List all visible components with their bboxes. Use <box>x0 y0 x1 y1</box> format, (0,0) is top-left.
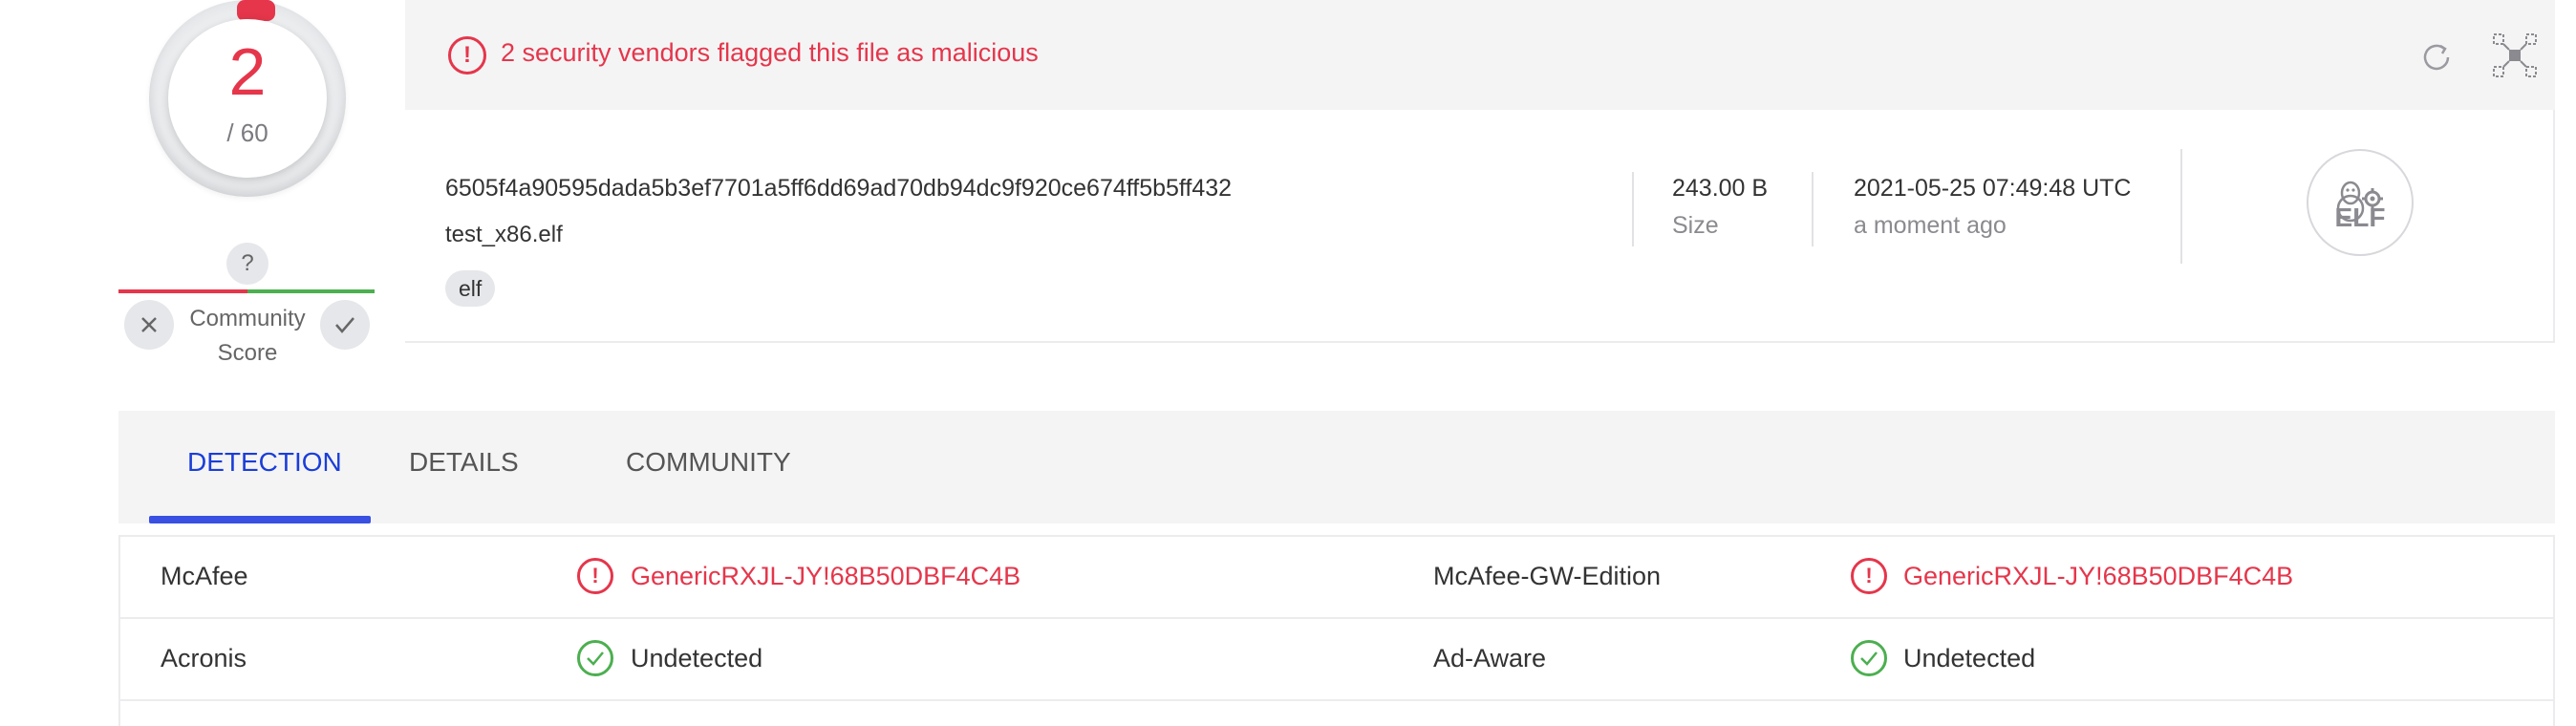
community-label-line2: Score <box>217 340 278 366</box>
file-info-panel <box>405 110 2555 343</box>
file-tag[interactable]: elf <box>445 270 496 307</box>
engine-name: McAfee <box>161 562 248 590</box>
divider <box>1632 172 1634 246</box>
file-size-label: Size <box>1672 212 1719 239</box>
malicious-icon: ! <box>577 558 613 594</box>
row-divider <box>118 617 2555 619</box>
close-icon <box>141 317 157 332</box>
detection-result: GenericRXJL-JY!68B50DBF4C4B <box>1903 562 2294 590</box>
malicious-icon: ! <box>1851 558 1887 594</box>
detection-result: GenericRXJL-JY!68B50DBF4C4B <box>631 562 1021 590</box>
engine-name: Acronis <box>161 644 247 673</box>
graph-summary-icon[interactable] <box>2492 32 2538 78</box>
tab-community[interactable]: COMMUNITY <box>626 447 791 478</box>
detection-result: Undetected <box>631 644 763 673</box>
detection-count: 2 <box>228 34 267 109</box>
detection-result: Undetected <box>1903 644 2036 673</box>
file-name: test_x86.elf <box>445 222 563 247</box>
tab-details[interactable]: DETAILS <box>409 447 519 478</box>
check-icon <box>577 640 613 676</box>
engine-total: / 60 <box>226 118 268 147</box>
analysis-date-relative: a moment ago <box>1854 212 2007 239</box>
engine-name: McAfee-GW-Edition <box>1433 562 1662 590</box>
active-tab-indicator <box>149 516 371 523</box>
check-icon <box>335 317 354 333</box>
community-bar-negative <box>118 289 247 293</box>
reanalyze-icon[interactable] <box>2415 36 2458 78</box>
file-size-value: 243.00 B <box>1672 175 1769 202</box>
divider <box>1812 172 1814 246</box>
alert-icon: ! <box>448 36 486 75</box>
community-score-value: ? <box>226 243 268 285</box>
elf-icon-label: ELF <box>2334 203 2386 232</box>
check-icon <box>1851 640 1887 676</box>
analysis-date-value: 2021-05-25 07:49:48 UTC <box>1854 175 2132 202</box>
vote-harmless-button[interactable] <box>320 300 370 350</box>
community-label-line1: Community <box>189 306 306 331</box>
engine-name: Ad-Aware <box>1433 644 1547 673</box>
file-hash[interactable]: 6505f4a90595dada5b3ef7701a5ff6dd69ad70db… <box>445 175 1232 203</box>
community-score-label: Community Score <box>178 302 317 371</box>
vote-harmful-button[interactable] <box>124 300 174 350</box>
alert-text: 2 security vendors flagged this file as … <box>501 38 1039 67</box>
divider <box>2180 149 2182 264</box>
community-bar-positive <box>247 289 375 293</box>
gauge-marker <box>237 0 275 21</box>
row-divider <box>118 699 2555 701</box>
tab-detection[interactable]: DETECTION <box>187 447 342 478</box>
